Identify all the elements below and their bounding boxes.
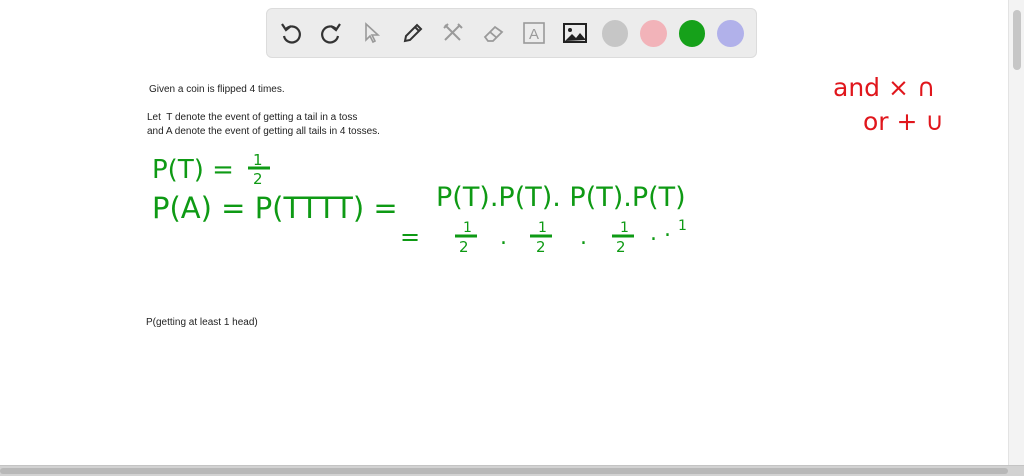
horizontal-scrollbar[interactable] xyxy=(0,465,1024,476)
eq3-frac2-den: 2 xyxy=(536,238,546,256)
note-and-times-intersection: and × ∩ xyxy=(833,73,935,102)
eq3-dot-2: . xyxy=(580,225,587,250)
eq1-fraction-numerator: 1 xyxy=(253,151,263,169)
vertical-scrollbar[interactable] xyxy=(1008,0,1024,465)
horizontal-scrollbar-thumb[interactable] xyxy=(0,468,1008,474)
eq3-dot-3: . xyxy=(650,221,657,246)
eq3-dot-4: . xyxy=(664,217,671,242)
eq3-frac1-num: 1 xyxy=(463,220,472,236)
eq2-lhs: P(A) = P(TTTT) = xyxy=(152,191,398,225)
eq3-equals: = xyxy=(400,223,420,251)
eq3-frac1-den: 2 xyxy=(459,238,469,256)
handwriting-layer: P(T) = 1 2 P(A) = P(TTTT) = P(T).P(T). P… xyxy=(152,73,944,256)
eq3-frac3-num: 1 xyxy=(620,220,629,236)
vertical-scrollbar-thumb[interactable] xyxy=(1013,10,1021,70)
eq3-frac2-num: 1 xyxy=(538,220,547,236)
eq1-fraction-denominator: 2 xyxy=(253,170,263,188)
eq3-frac4-num: 1 xyxy=(678,218,687,234)
eq2-rhs: P(T).P(T). P(T).P(T) xyxy=(436,182,686,213)
eq3-dot-1: . xyxy=(500,225,507,250)
eq1-lhs: P(T) = xyxy=(152,155,234,185)
note-or-plus-union: or + ∪ xyxy=(863,107,944,136)
eq3-frac3-den: 2 xyxy=(616,238,626,256)
